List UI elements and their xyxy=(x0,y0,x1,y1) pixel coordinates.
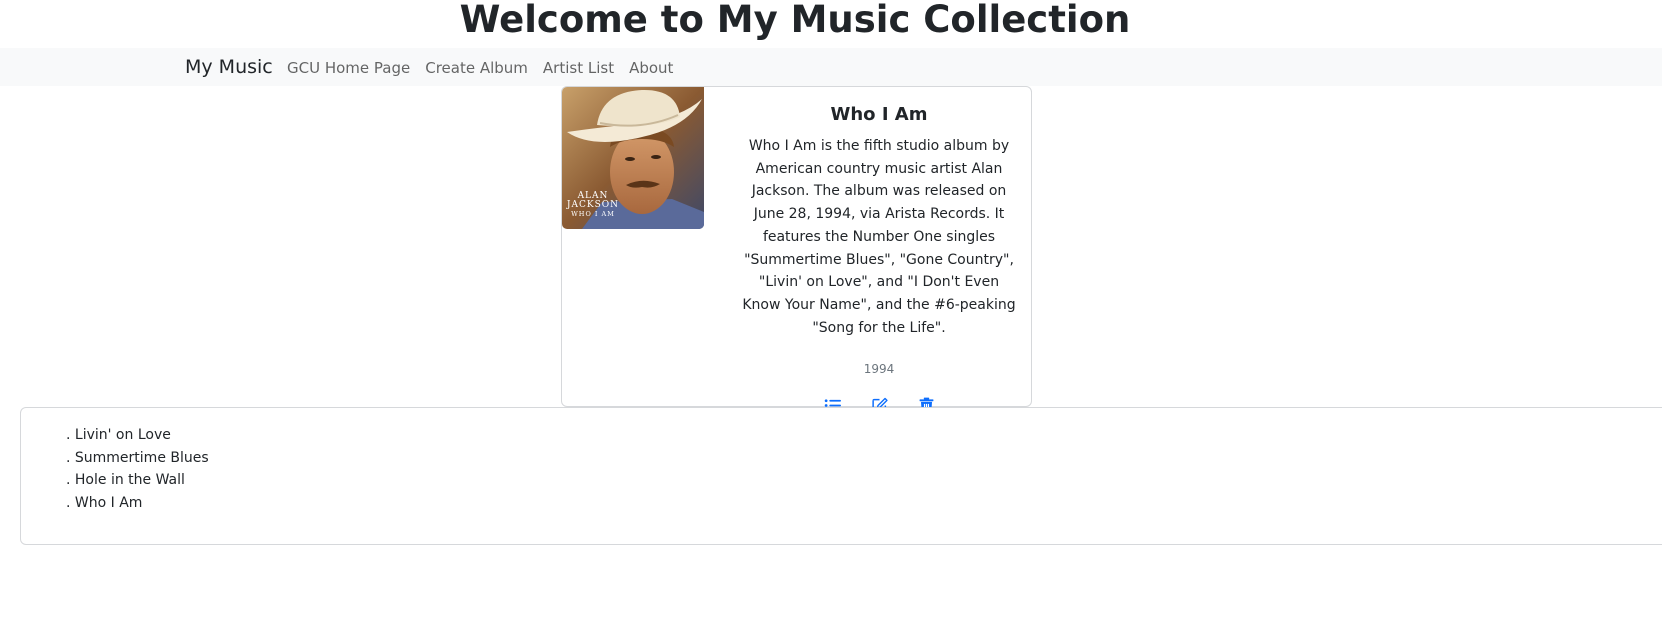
album-title: Who I Am xyxy=(830,104,928,125)
nav-link-create-album[interactable]: Create Album xyxy=(425,59,528,77)
svg-text:WHO I AM: WHO I AM xyxy=(571,210,615,218)
track-item: . Livin' on Love xyxy=(66,427,171,443)
track-list-card: . Livin' on Love . Summertime Blues . Ho… xyxy=(20,407,1662,545)
navbar: My Music GCU Home Page Create Album Arti… xyxy=(0,48,1662,86)
nav-link-about[interactable]: About xyxy=(629,59,673,77)
nav-links: GCU Home Page Create Album Artist List A… xyxy=(287,59,673,77)
track-list: . Livin' on Love . Summertime Blues . Ho… xyxy=(66,424,209,515)
album-card: ALAN JACKSON WHO I AM Who I Am Who I Am … xyxy=(561,86,1032,415)
svg-text:JACKSON: JACKSON xyxy=(566,200,619,210)
page-title: Welcome to My Music Collection xyxy=(459,0,1131,41)
nav-link-artist-list[interactable]: Artist List xyxy=(543,59,614,77)
navbar-brand[interactable]: My Music xyxy=(185,56,273,78)
track-item: . Hole in the Wall xyxy=(66,472,185,489)
album-description: Who I Am is the fifth studio album by Am… xyxy=(742,138,1016,336)
track-item: . Who I Am xyxy=(66,495,143,512)
album-card-body: Who I Am Who I Am is the fifth studio al… xyxy=(738,103,1020,415)
track-item: . Summertime Blues xyxy=(66,449,209,466)
album-cover-image: ALAN JACKSON WHO I AM xyxy=(562,87,704,229)
nav-link-gcu-home-page[interactable]: GCU Home Page xyxy=(287,59,410,77)
album-year: 1994 xyxy=(863,362,895,377)
